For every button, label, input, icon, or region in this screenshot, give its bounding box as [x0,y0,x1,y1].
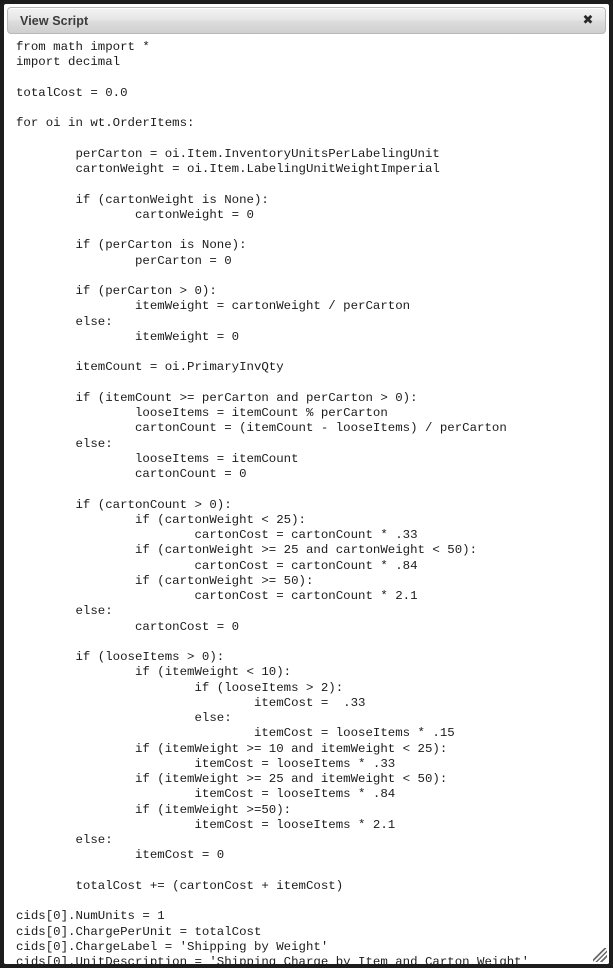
view-script-dialog: View Script ✖ from math import * import … [0,0,613,968]
resize-grip-icon[interactable] [593,948,607,962]
script-body: from math import * import decimal totalC… [4,34,609,964]
script-code[interactable]: from math import * import decimal totalC… [4,40,609,964]
close-icon[interactable]: ✖ [579,12,597,30]
dialog-titlebar[interactable]: View Script ✖ [7,7,606,34]
dialog-title: View Script [20,13,89,28]
